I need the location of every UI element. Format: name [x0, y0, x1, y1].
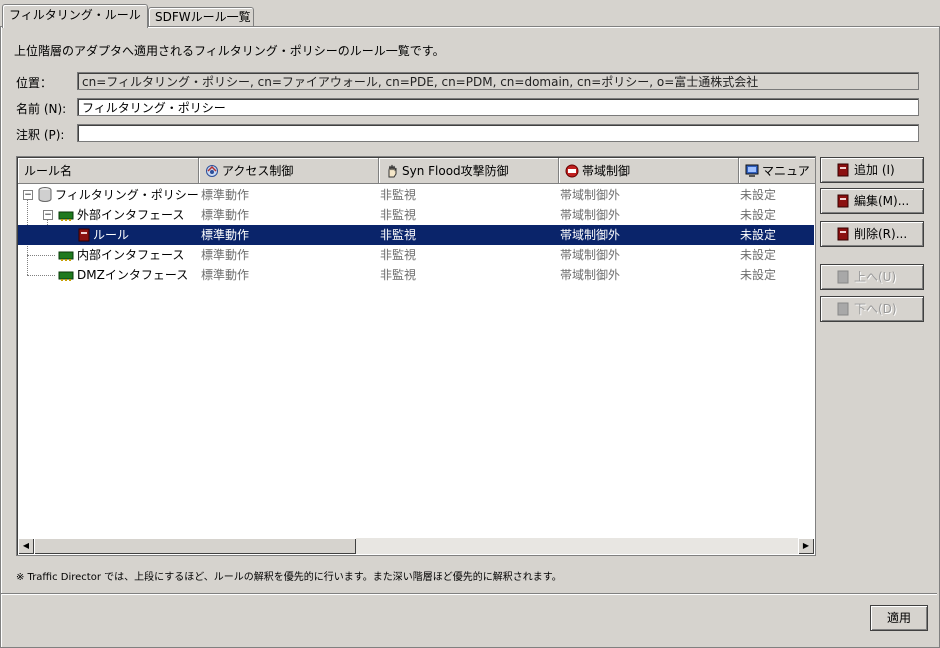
table-row[interactable]: DMZインタフェース 標準動作 非監視 帯域制御外 未設定	[18, 265, 814, 285]
footer-divider	[1, 593, 937, 595]
note-field[interactable]	[77, 124, 919, 142]
rule-book-icon	[837, 268, 849, 284]
hand-shield-icon	[385, 161, 399, 178]
tab-sdfw-rule-list[interactable]: SDFWルール一覧	[148, 7, 254, 27]
note-label: 注釈 (P):	[16, 128, 65, 142]
rule-book-icon	[837, 192, 849, 208]
table-row[interactable]: − フィルタリング・ポリシー 標準動作 非監視 帯域制御外 未設定	[18, 185, 814, 205]
collapse-toggle[interactable]: −	[43, 210, 53, 220]
column-header-access-control[interactable]: アクセス制御	[199, 158, 379, 184]
scroll-right-icon[interactable]: ▶	[798, 538, 814, 554]
footnote: ※ Traffic Director では、上段にするほど、ルールの解釈を優先的…	[16, 572, 562, 583]
rule-table: ルール名 アクセス制御 Syn Flood攻撃防御 帯域制御 マニュア − フィ…	[16, 156, 816, 556]
manual-monitor-icon	[745, 161, 759, 177]
column-header-manual[interactable]: マニュア	[739, 158, 815, 184]
apply-button[interactable]: 適用	[870, 605, 928, 631]
column-header-bandwidth[interactable]: 帯域制御	[559, 158, 739, 184]
rule-book-icon	[837, 300, 849, 316]
table-row[interactable]: − 外部インタフェース 標準動作 非監視 帯域制御外 未設定	[18, 205, 814, 225]
table-row-selected[interactable]: ルール 標準動作 非監視 帯域制御外 未設定	[18, 225, 814, 245]
name-field[interactable]: フィルタリング・ポリシー	[77, 98, 919, 116]
scroll-left-icon[interactable]: ◀	[18, 538, 34, 554]
move-up-button[interactable]: 上へ(U)	[820, 264, 924, 290]
access-control-icon	[205, 161, 219, 177]
add-button[interactable]: 追加 (I)	[820, 157, 924, 183]
delete-button[interactable]: 削除(R)...	[820, 221, 924, 247]
rule-book-icon	[837, 225, 849, 241]
name-label: 名前 (N):	[16, 102, 67, 116]
horizontal-scrollbar[interactable]: ◀ ▶	[18, 538, 814, 554]
column-header-rule-name[interactable]: ルール名	[18, 158, 199, 184]
collapse-toggle[interactable]: −	[23, 190, 33, 200]
tab-filtering-rules[interactable]: フィルタリング・ルール	[2, 4, 148, 28]
scrollbar-thumb[interactable]	[34, 538, 356, 554]
table-header: ルール名 アクセス制御 Syn Flood攻撃防御 帯域制御 マニュア	[18, 158, 815, 184]
table-row[interactable]: 内部インタフェース 標準動作 非監視 帯域制御外 未設定	[18, 245, 814, 265]
rule-book-icon	[837, 161, 849, 177]
location-field: cn=フィルタリング・ポリシー, cn=ファイアウォール, cn=PDE, cn…	[77, 72, 919, 90]
move-down-button[interactable]: 下へ(D)	[820, 296, 924, 322]
edit-button[interactable]: 編集(M)...	[820, 188, 924, 214]
network-card-icon	[58, 268, 74, 288]
bandwidth-icon	[565, 161, 579, 178]
location-label: 位置：	[16, 76, 53, 90]
description-text: 上位階層のアダプタへ適用されるフィルタリング・ポリシーのルール一覧です。	[14, 44, 445, 58]
column-header-syn-flood[interactable]: Syn Flood攻撃防御	[379, 158, 559, 184]
